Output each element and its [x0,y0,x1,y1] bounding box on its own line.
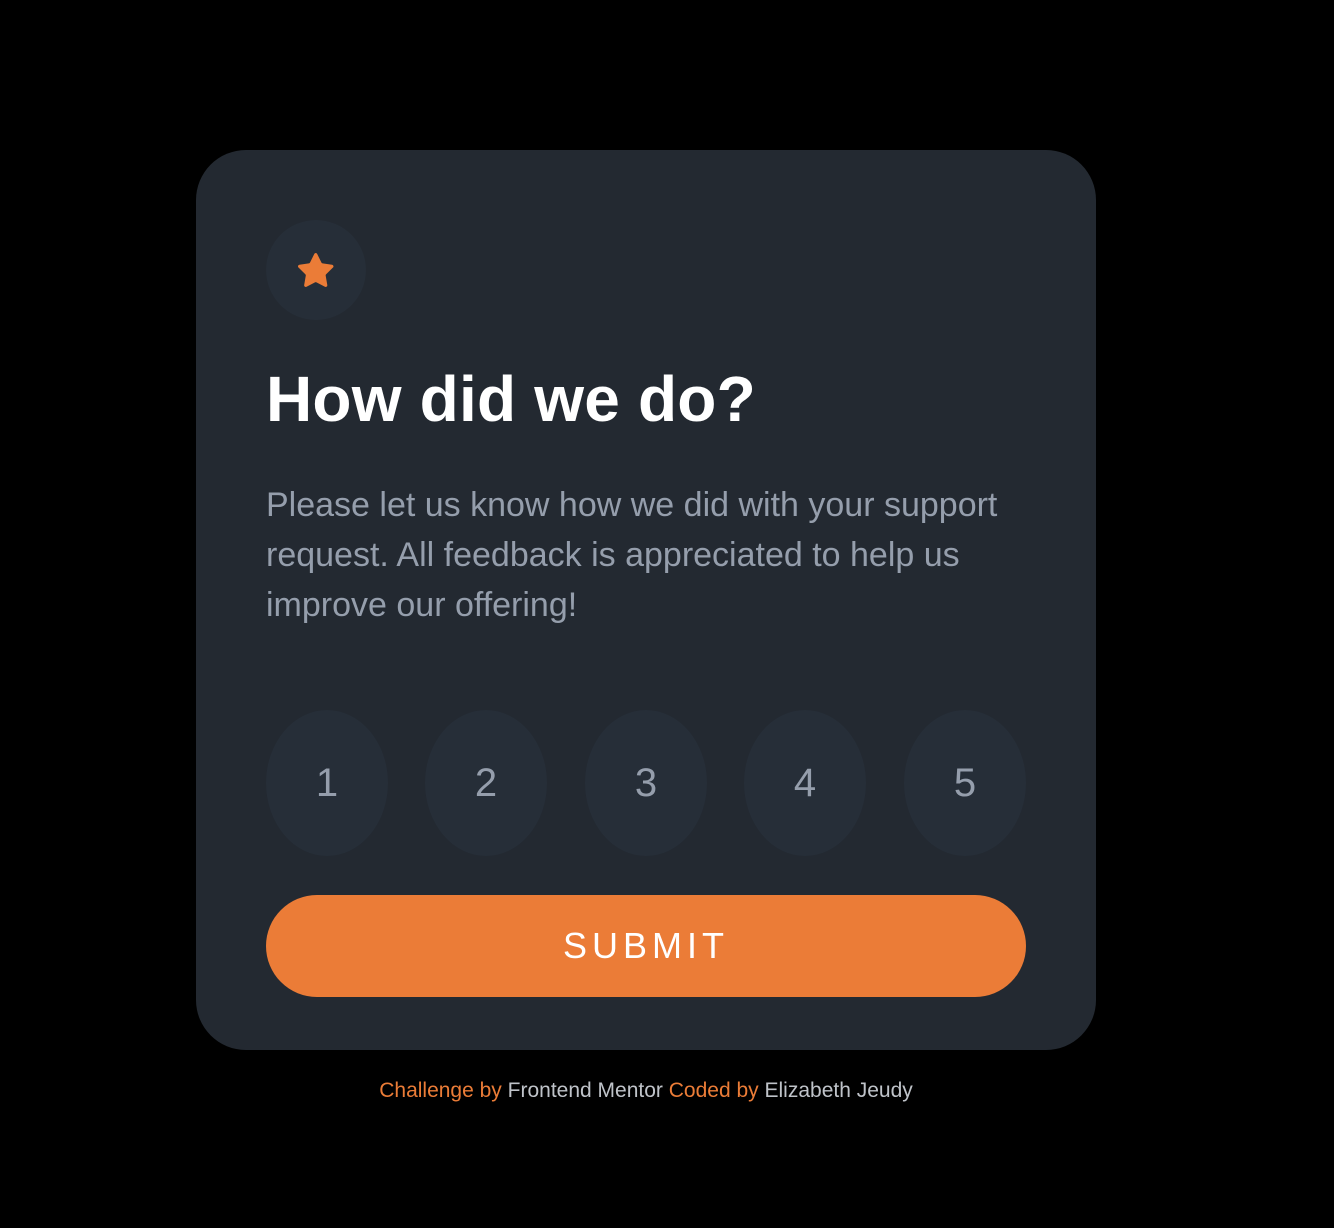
rating-option-2[interactable]: 2 [425,710,547,856]
attribution: Challenge by Frontend Mentor Coded by El… [0,1079,1292,1103]
star-badge [266,220,366,320]
description-text: Please let us know how we did with your … [266,486,998,624]
rating-card: How did we do? Please let us know how we… [196,150,1096,1050]
frontend-mentor-link[interactable]: Frontend Mentor [508,1079,663,1102]
coded-prefix: Coded by [668,1079,759,1102]
author-link[interactable]: Elizabeth Jeudy [765,1079,913,1102]
page-title: How did we do? [266,363,756,435]
rating-option-5[interactable]: 5 [904,710,1026,856]
rating-option-3[interactable]: 3 [585,710,707,856]
rating-option-1[interactable]: 1 [266,710,388,856]
rating-options: 1 2 3 4 5 [266,710,1026,856]
challenge-prefix: Challenge by [379,1079,502,1102]
submit-button[interactable]: SUBMIT [266,895,1026,997]
rating-option-4[interactable]: 4 [744,710,866,856]
star-icon [298,253,334,287]
